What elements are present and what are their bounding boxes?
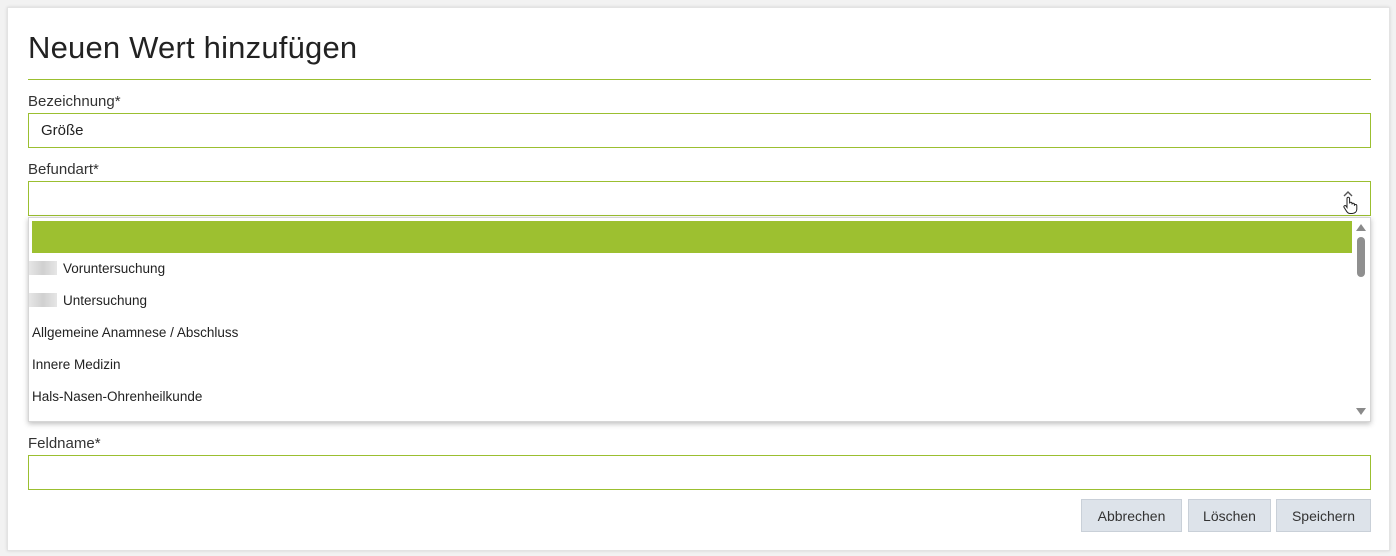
option-list: Voruntersuchung Untersuchung Allgemeine … bbox=[29, 218, 1352, 421]
delete-button[interactable]: Löschen bbox=[1188, 499, 1271, 532]
redacted-icon bbox=[29, 293, 57, 307]
cancel-button[interactable]: Abbrechen bbox=[1081, 499, 1182, 532]
title-divider bbox=[28, 79, 1371, 80]
dialog-title: Neuen Wert hinzufügen bbox=[28, 30, 358, 65]
chevron-up-icon[interactable] bbox=[1338, 190, 1358, 214]
dropdown-option-voruntersuchung[interactable]: Voruntersuchung bbox=[29, 253, 1352, 285]
dropdown-scrollbar[interactable] bbox=[1352, 218, 1370, 421]
redacted-icon bbox=[29, 261, 57, 275]
add-value-dialog: Neuen Wert hinzufügen Bezeichnung* Befun… bbox=[7, 7, 1390, 551]
befundart-label: Befundart* bbox=[28, 161, 99, 178]
bezeichnung-label: Bezeichnung* bbox=[28, 93, 121, 110]
scroll-up-arrow-icon[interactable] bbox=[1356, 224, 1366, 231]
befundart-dropdown-list[interactable]: Voruntersuchung Untersuchung Allgemeine … bbox=[28, 217, 1371, 422]
feldname-input[interactable] bbox=[28, 455, 1371, 490]
befundart-select[interactable] bbox=[28, 181, 1371, 216]
dropdown-option-empty-selected[interactable] bbox=[32, 221, 1352, 253]
dropdown-option-hno[interactable]: Hals-Nasen-Ohrenheilkunde bbox=[29, 381, 1352, 413]
dropdown-option-untersuchung[interactable]: Untersuchung bbox=[29, 285, 1352, 317]
option-label: Voruntersuchung bbox=[63, 261, 166, 276]
option-label: Untersuchung bbox=[63, 293, 148, 308]
dropdown-option-allgemeine-anamnese[interactable]: Allgemeine Anamnese / Abschluss bbox=[29, 317, 1352, 349]
scroll-thumb[interactable] bbox=[1357, 237, 1365, 277]
save-button[interactable]: Speichern bbox=[1276, 499, 1371, 532]
dropdown-option-innere-medizin[interactable]: Innere Medizin bbox=[29, 349, 1352, 381]
scroll-down-arrow-icon[interactable] bbox=[1356, 408, 1366, 415]
feldname-label: Feldname* bbox=[28, 435, 101, 452]
bezeichnung-input[interactable] bbox=[28, 113, 1371, 148]
